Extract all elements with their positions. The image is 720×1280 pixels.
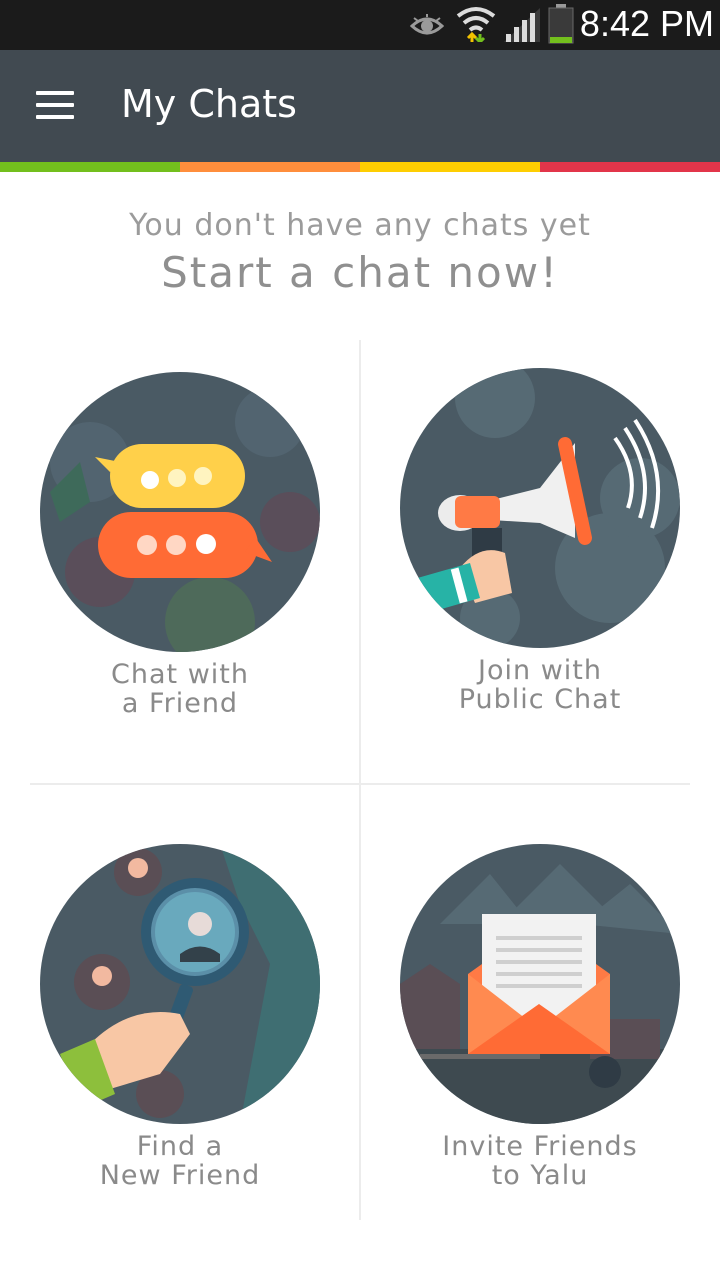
tile-label-line1: Invite Friends: [442, 1131, 638, 1162]
envelope-icon: [400, 844, 680, 1124]
color-strip-red: [540, 162, 720, 172]
page-title: My Chats: [121, 82, 297, 126]
wifi-icon: [456, 6, 496, 46]
hamburger-menu-icon[interactable]: [36, 91, 76, 121]
battery-icon: [548, 4, 574, 48]
color-strip-green: [0, 162, 180, 172]
magnifier-icon: [40, 844, 320, 1124]
chat-with-friend-tile[interactable]: Chat with a Friend: [20, 372, 360, 792]
chat-bubbles-icon: [40, 372, 320, 652]
tile-label: Invite Friends to Yalu: [380, 1132, 700, 1190]
tile-label-line1: Find a: [136, 1131, 224, 1162]
status-bar: 8:42 PM: [0, 0, 720, 50]
tile-label: Join with Public Chat: [380, 656, 700, 714]
tile-label-line2: a Friend: [121, 688, 239, 719]
tile-label: Find a New Friend: [20, 1132, 340, 1190]
tile-label-line1: Chat with: [111, 659, 249, 690]
app-bar: My Chats: [0, 50, 720, 162]
color-strip-orange: [180, 162, 360, 172]
color-strip: [0, 162, 720, 172]
tile-label: Chat with a Friend: [20, 660, 340, 718]
join-public-chat-tile[interactable]: Join with Public Chat: [380, 368, 720, 788]
color-strip-yellow: [360, 162, 540, 172]
eye-icon: [409, 12, 445, 42]
tile-label-line2: Public Chat: [458, 684, 622, 715]
status-time: 8:42 PM: [579, 3, 714, 44]
signal-icon: [504, 8, 540, 46]
megaphone-icon: [400, 368, 680, 648]
invite-friends-tile[interactable]: Invite Friends to Yalu: [380, 844, 720, 1264]
empty-state-cta: Start a chat now!: [161, 248, 559, 297]
find-new-friend-tile[interactable]: Find a New Friend: [20, 844, 360, 1264]
tile-label-line1: Join with: [478, 655, 602, 686]
tile-label-line2: New Friend: [99, 1160, 261, 1191]
empty-state-message: You don't have any chats yet: [129, 208, 591, 243]
tile-label-line2: to Yalu: [491, 1160, 589, 1191]
